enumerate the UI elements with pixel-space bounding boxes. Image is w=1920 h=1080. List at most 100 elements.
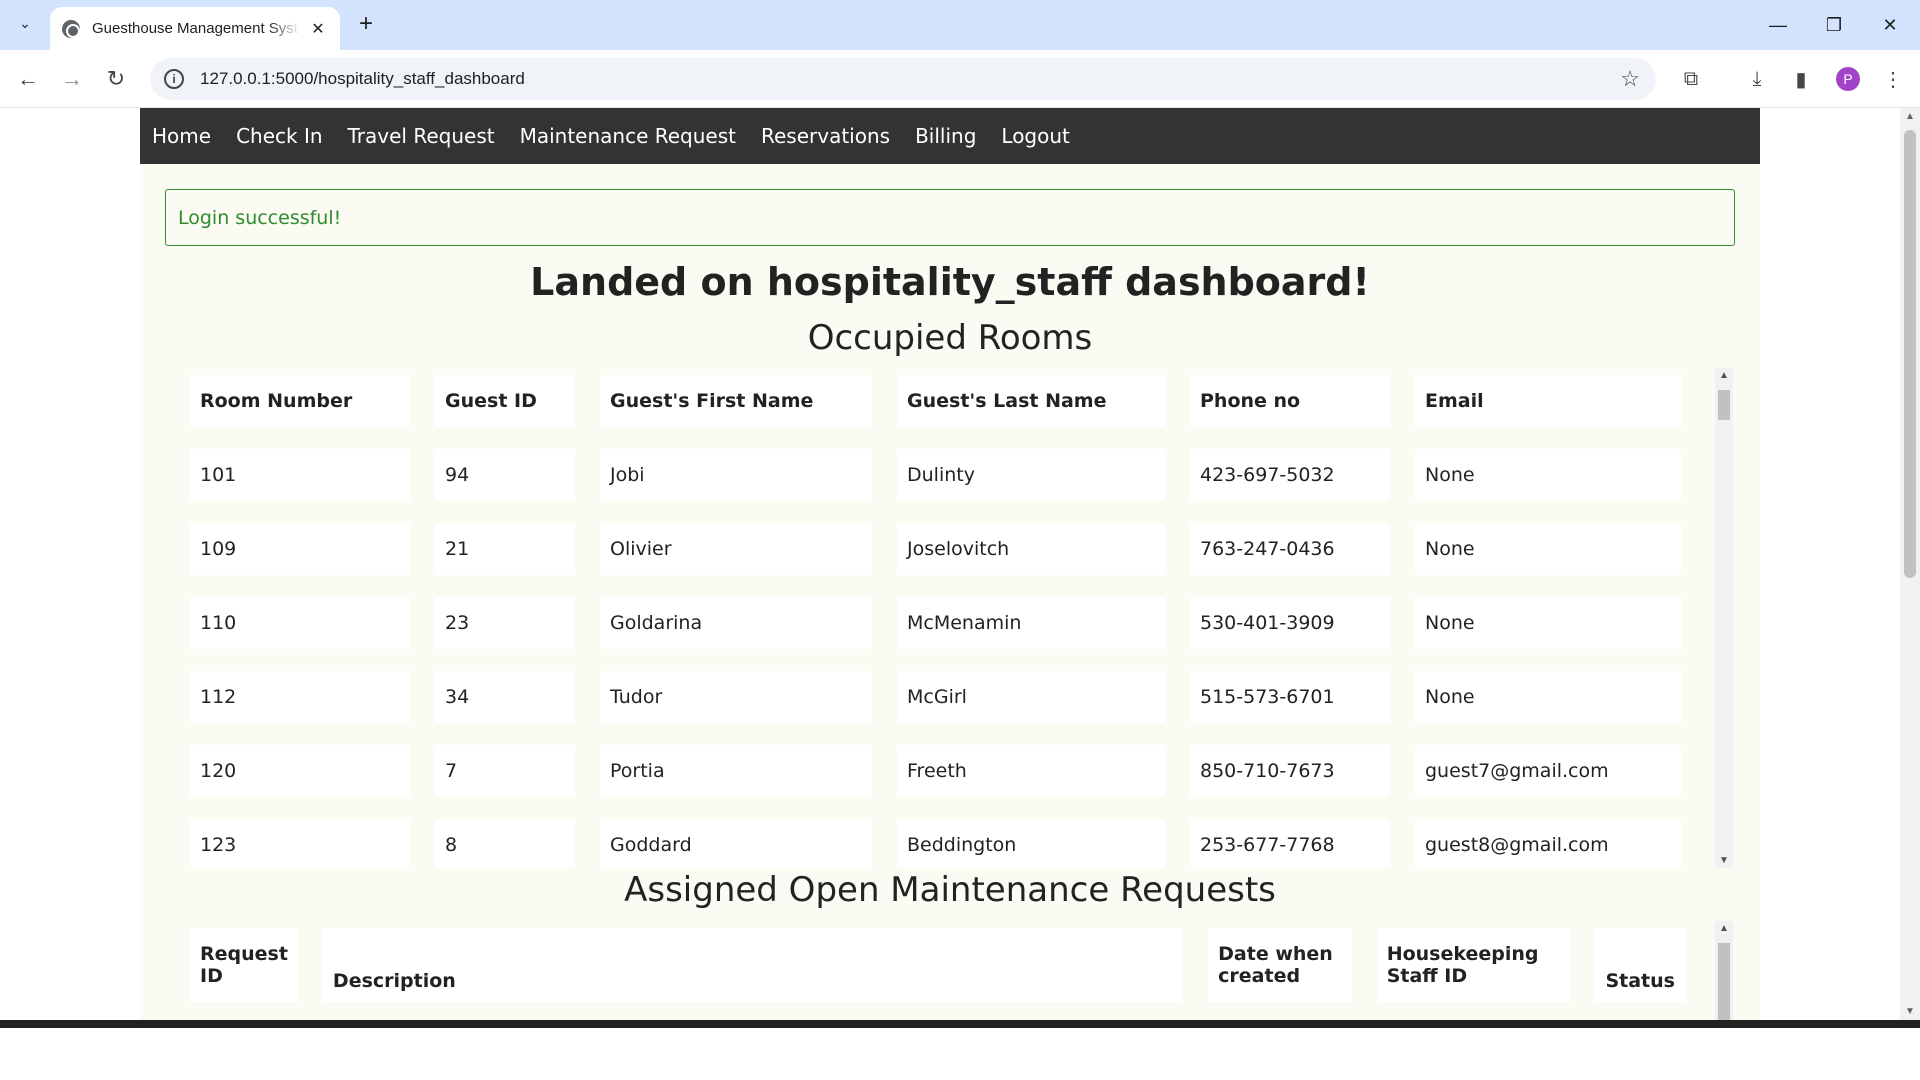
cell-room-number: 101 — [190, 449, 410, 501]
cell-last-name: McMenamin — [897, 597, 1165, 649]
col-email: Email — [1415, 375, 1681, 427]
cell-last-name: Beddington — [897, 819, 1165, 868]
scrollbar-thumb[interactable] — [1718, 943, 1730, 1020]
page-container: Home Check In Travel Request Maintenance… — [140, 108, 1760, 1020]
scroll-down-arrow-icon[interactable]: ▼ — [1905, 1006, 1915, 1017]
globe-icon — [62, 19, 80, 38]
cell-email: guest7@gmail.com — [1415, 745, 1681, 797]
cell-phone: 515-573-6701 — [1190, 671, 1390, 723]
browser-toolbar: ← → ↻ i 127.0.0.1:5000/hospitality_staff… — [0, 50, 1920, 108]
tab-search-chevron-down-icon[interactable]: ⌄ — [10, 8, 40, 38]
taskbar-edge — [0, 1020, 1920, 1028]
col-status: Status — [1595, 928, 1685, 1002]
star-icon[interactable]: ☆ — [1620, 66, 1640, 92]
cell-phone: 530-401-3909 — [1190, 597, 1390, 649]
cell-last-name: Freeth — [897, 745, 1165, 797]
page-scrollbar-thumb[interactable] — [1904, 130, 1916, 578]
minimize-icon[interactable]: — — [1750, 0, 1806, 50]
tab-title: Guesthouse Management System — [92, 20, 300, 37]
cell-last-name: McGirl — [897, 671, 1165, 723]
reload-icon[interactable]: ↻ — [100, 63, 132, 95]
col-housekeeping-staff-id: Housekeeping Staff ID — [1376, 928, 1571, 1002]
tab-close-icon[interactable]: ✕ — [308, 19, 328, 39]
col-phone: Phone no — [1190, 375, 1390, 427]
occupied-rooms-body: 101 94 Jobi Dulinty 423-697-5032 None 10… — [190, 449, 1681, 868]
top-navigation: Home Check In Travel Request Maintenance… — [140, 108, 1760, 164]
scrollbar-thumb[interactable] — [1718, 390, 1730, 420]
restore-icon[interactable]: ❐ — [1806, 0, 1862, 50]
nav-billing[interactable]: Billing — [915, 124, 976, 148]
page-viewport: Home Check In Travel Request Maintenance… — [0, 108, 1900, 1020]
table-header-row: Room Number Guest ID Guest's First Name … — [190, 375, 1681, 427]
cell-guest-id: 7 — [435, 745, 575, 797]
scroll-up-arrow-icon[interactable]: ▲ — [1719, 370, 1729, 381]
cell-guest-id: 23 — [435, 597, 575, 649]
cell-email: None — [1415, 523, 1681, 575]
side-panel-icon[interactable]: ▮ — [1785, 63, 1817, 95]
blank-area — [0, 1028, 1920, 1080]
col-request-id: Request ID — [190, 928, 298, 1002]
cell-guest-id: 8 — [435, 819, 575, 868]
occupied-rooms-table: Room Number Guest ID Guest's First Name … — [180, 368, 1706, 868]
col-first-name: Guest's First Name — [600, 375, 872, 427]
nav-reservations[interactable]: Reservations — [761, 124, 890, 148]
cell-first-name: Portia — [600, 745, 872, 797]
cell-guest-id: 21 — [435, 523, 575, 575]
browser-tab[interactable]: Guesthouse Management System ✕ — [50, 7, 340, 50]
nav-logout[interactable]: Logout — [1001, 124, 1069, 148]
cell-room-number: 123 — [190, 819, 410, 868]
cell-phone: 253-677-7768 — [1190, 819, 1390, 868]
page-title: Landed on hospitality_staff dashboard! — [530, 260, 1370, 304]
back-arrow-icon[interactable]: ← — [12, 63, 44, 95]
table-row: 109 21 Olivier Joselovitch 763-247-0436 … — [190, 523, 1681, 575]
download-icon[interactable]: ⤓ — [1741, 63, 1773, 95]
cell-first-name: Goldarina — [600, 597, 872, 649]
url-text[interactable]: 127.0.0.1:5000/hospitality_staff_dashboa… — [200, 69, 525, 89]
close-window-icon[interactable]: ✕ — [1862, 0, 1918, 50]
cell-first-name: Olivier — [600, 523, 872, 575]
cell-guest-id: 34 — [435, 671, 575, 723]
table-row: 101 94 Jobi Dulinty 423-697-5032 None — [190, 449, 1681, 501]
occupied-rooms-table-scroll[interactable]: Room Number Guest ID Guest's First Name … — [180, 368, 1710, 868]
cell-phone: 763-247-0436 — [1190, 523, 1390, 575]
cell-guest-id: 94 — [435, 449, 575, 501]
col-guest-id: Guest ID — [435, 375, 575, 427]
scroll-down-arrow-icon[interactable]: ▼ — [1719, 855, 1729, 866]
kebab-menu-icon[interactable]: ⋮ — [1877, 63, 1909, 95]
table-header-row: Request ID Description Date when created… — [190, 928, 1685, 1002]
cell-email: None — [1415, 671, 1681, 723]
cell-last-name: Dulinty — [897, 449, 1165, 501]
forward-arrow-icon[interactable]: → — [56, 63, 88, 95]
table-row: 123 8 Goddard Beddington 253-677-7768 gu… — [190, 819, 1681, 868]
nav-travel-request[interactable]: Travel Request — [348, 124, 495, 148]
page-scrollbar[interactable]: ▲ ▼ — [1900, 108, 1920, 1020]
col-room-number: Room Number — [190, 375, 410, 427]
occupied-table-scrollbar[interactable]: ▲ ▼ — [1715, 368, 1733, 868]
cell-phone: 850-710-7673 — [1190, 745, 1390, 797]
maintenance-table-scroll[interactable]: Request ID Description Date when created… — [180, 921, 1710, 1020]
browser-tab-bar: ⌄ Guesthouse Management System ✕ + — ❐ ✕ — [0, 0, 1920, 50]
nav-home[interactable]: Home — [152, 124, 211, 148]
nav-maintenance-request[interactable]: Maintenance Request — [520, 124, 736, 148]
maintenance-requests-table: Request ID Description Date when created… — [180, 921, 1710, 1020]
col-date-created: Date when created — [1208, 928, 1352, 1002]
profile-avatar[interactable]: P — [1836, 67, 1860, 91]
nav-check-in[interactable]: Check In — [236, 124, 322, 148]
cell-room-number: 110 — [190, 597, 410, 649]
maintenance-table-scrollbar[interactable]: ▲ — [1715, 921, 1733, 1020]
address-bar[interactable]: i 127.0.0.1:5000/hospitality_staff_dashb… — [150, 58, 1656, 100]
cell-email: guest8@gmail.com — [1415, 819, 1681, 868]
new-tab-plus-icon[interactable]: + — [352, 10, 380, 38]
puzzle-icon[interactable]: ⧉ — [1675, 63, 1707, 95]
cell-first-name: Goddard — [600, 819, 872, 868]
scroll-up-arrow-icon[interactable]: ▲ — [1905, 111, 1915, 122]
cell-first-name: Jobi — [600, 449, 872, 501]
cell-phone: 423-697-5032 — [1190, 449, 1390, 501]
cell-first-name: Tudor — [600, 671, 872, 723]
cell-email: None — [1415, 597, 1681, 649]
login-success-alert: Login successful! — [165, 189, 1735, 246]
scroll-up-arrow-icon[interactable]: ▲ — [1719, 923, 1729, 934]
occupied-rooms-heading: Occupied Rooms — [807, 318, 1093, 358]
col-last-name: Guest's Last Name — [897, 375, 1165, 427]
info-icon[interactable]: i — [164, 69, 184, 89]
